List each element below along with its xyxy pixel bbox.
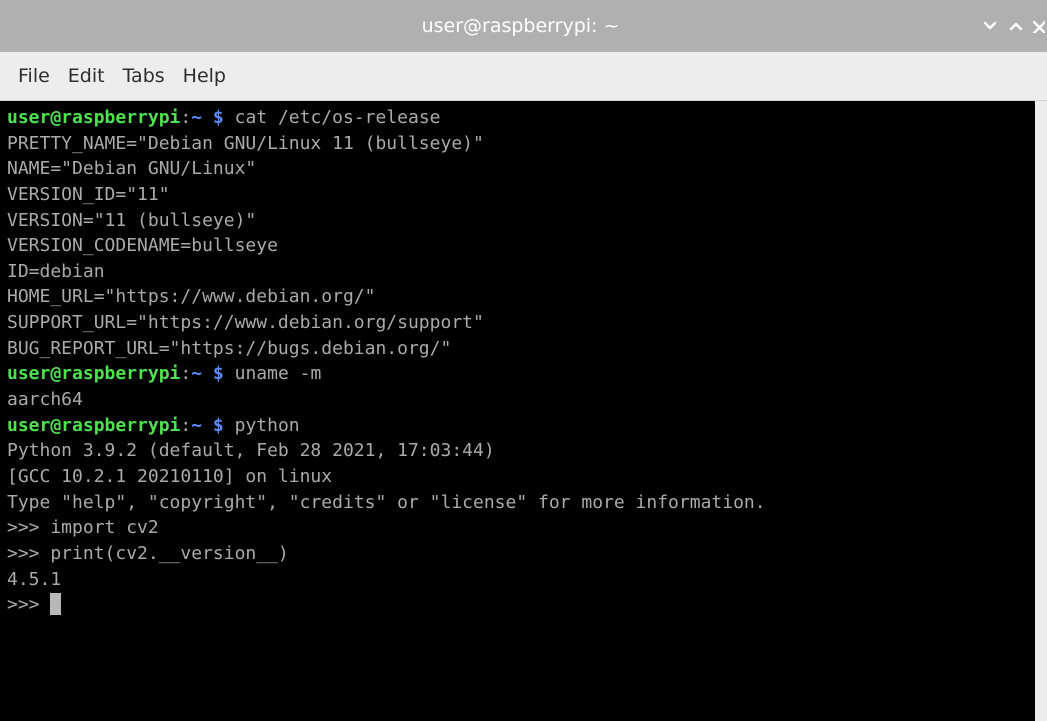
output-text: >>> print(cv2.__version__) bbox=[7, 542, 289, 564]
menu-tabs[interactable]: Tabs bbox=[115, 61, 173, 91]
menu-help[interactable]: Help bbox=[175, 61, 234, 91]
command-text: uname -m bbox=[223, 363, 322, 385]
output-text: ID=debian bbox=[7, 260, 105, 282]
output-text: Type "help", "copyright", "credits" or "… bbox=[7, 491, 766, 513]
terminal-scrollbar[interactable] bbox=[1035, 101, 1047, 721]
output-line: HOME_URL="https://www.debian.org/" bbox=[7, 284, 1035, 310]
output-line: PRETTY_NAME="Debian GNU/Linux 11 (bullse… bbox=[7, 131, 1035, 157]
maximize-button[interactable] bbox=[1003, 0, 1029, 52]
menu-file[interactable]: File bbox=[10, 61, 58, 91]
output-line: Python 3.9.2 (default, Feb 28 2021, 17:0… bbox=[7, 438, 1035, 464]
prompt-line: user@raspberrypi:~ $ cat /etc/os-release bbox=[7, 105, 1035, 131]
output-line: ID=debian bbox=[7, 259, 1035, 285]
chevron-down-icon bbox=[983, 21, 997, 30]
prompt-separator: : bbox=[180, 363, 192, 385]
prompt-user-host: user@raspberrypi bbox=[7, 363, 181, 385]
output-text: HOME_URL="https://www.debian.org/" bbox=[7, 286, 376, 308]
output-line: NAME="Debian GNU/Linux" bbox=[7, 156, 1035, 182]
window-controls bbox=[977, 0, 1047, 52]
close-icon bbox=[1032, 20, 1045, 33]
input-line: >>> bbox=[7, 592, 1035, 618]
python-prompt: >>> bbox=[7, 594, 51, 616]
output-line: BUG_REPORT_URL="https://bugs.debian.org/… bbox=[7, 336, 1035, 362]
output-text: BUG_REPORT_URL="https://bugs.debian.org/… bbox=[7, 337, 452, 359]
output-text: 4.5.1 bbox=[7, 568, 62, 590]
output-text: aarch64 bbox=[7, 389, 83, 411]
prompt-line: user@raspberrypi:~ $ uname -m bbox=[7, 361, 1035, 387]
prompt-dollar: $ bbox=[212, 363, 224, 385]
prompt-path: ~ bbox=[191, 414, 203, 436]
terminal-output[interactable]: user@raspberrypi:~ $ cat /etc/os-release… bbox=[0, 101, 1035, 721]
prompt-separator: : bbox=[180, 414, 192, 436]
command-text: cat /etc/os-release bbox=[223, 107, 441, 128]
output-text: NAME="Debian GNU/Linux" bbox=[7, 158, 257, 180]
prompt-user-host: user@raspberrypi bbox=[7, 107, 181, 128]
output-line: SUPPORT_URL="https://www.debian.org/supp… bbox=[7, 310, 1035, 336]
output-line: VERSION="11 (bullseye)" bbox=[7, 208, 1035, 234]
prompt-dollar: $ bbox=[212, 414, 224, 436]
output-line: >>> print(cv2.__version__) bbox=[7, 541, 1035, 567]
prompt-dollar: $ bbox=[212, 107, 224, 128]
output-line: VERSION_ID="11" bbox=[7, 182, 1035, 208]
minimize-button[interactable] bbox=[977, 0, 1003, 52]
output-line: Type "help", "copyright", "credits" or "… bbox=[7, 490, 1035, 516]
close-button[interactable] bbox=[1029, 0, 1047, 52]
output-text: Python 3.9.2 (default, Feb 28 2021, 17:0… bbox=[7, 440, 495, 462]
output-text: [GCC 10.2.1 20210110] on linux bbox=[7, 465, 333, 487]
text-cursor bbox=[50, 593, 62, 616]
command-text: python bbox=[223, 414, 300, 436]
output-text: SUPPORT_URL="https://www.debian.org/supp… bbox=[7, 312, 484, 334]
output-text: VERSION_ID="11" bbox=[7, 183, 170, 205]
output-line: VERSION_CODENAME=bullseye bbox=[7, 233, 1035, 259]
menu-bar: File Edit Tabs Help bbox=[0, 52, 1047, 101]
chevron-up-icon bbox=[1009, 22, 1023, 31]
output-text: VERSION="11 (bullseye)" bbox=[7, 209, 257, 231]
output-text: VERSION_CODENAME=bullseye bbox=[7, 235, 278, 257]
window-title: user@raspberrypi: ~ bbox=[421, 15, 620, 37]
prompt-line: user@raspberrypi:~ $ python bbox=[7, 413, 1035, 439]
output-text: >>> import cv2 bbox=[7, 517, 159, 539]
prompt-separator: : bbox=[180, 107, 192, 128]
prompt-path: ~ bbox=[191, 107, 203, 128]
output-line: 4.5.1 bbox=[7, 567, 1035, 593]
title-bar[interactable]: user@raspberrypi: ~ bbox=[0, 0, 1047, 52]
output-line: >>> import cv2 bbox=[7, 515, 1035, 541]
output-line: [GCC 10.2.1 20210110] on linux bbox=[7, 464, 1035, 490]
menu-edit[interactable]: Edit bbox=[60, 61, 113, 91]
output-text: PRETTY_NAME="Debian GNU/Linux 11 (bullse… bbox=[7, 132, 484, 154]
terminal-window: user@raspberrypi: ~ File Edit Tabs Help … bbox=[0, 0, 1047, 721]
prompt-path: ~ bbox=[191, 363, 203, 385]
prompt-user-host: user@raspberrypi bbox=[7, 414, 181, 436]
output-line: aarch64 bbox=[7, 387, 1035, 413]
